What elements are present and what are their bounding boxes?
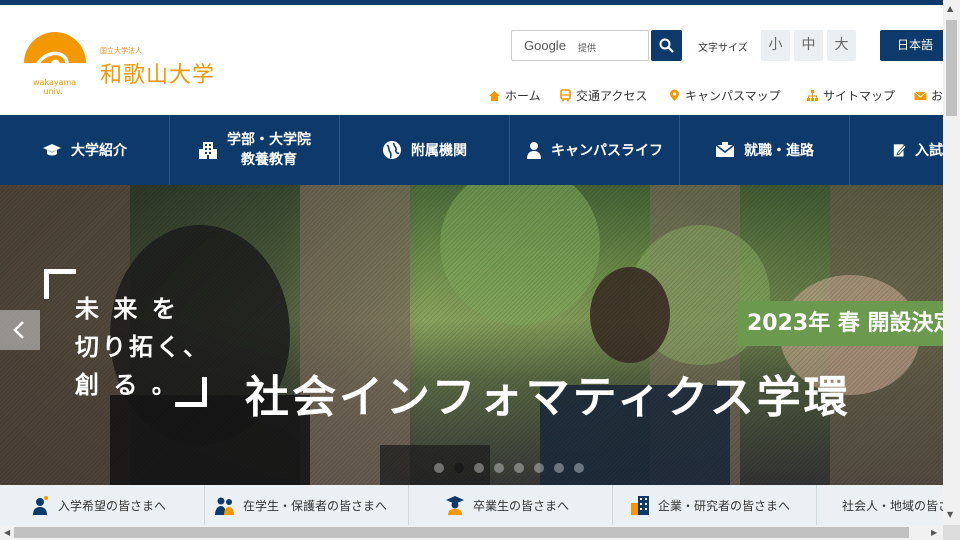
scrollbar-corner (943, 525, 960, 540)
font-size-label: 文字サイズ (698, 43, 748, 54)
hero-department-title: 社会インフォマティクス学環 (245, 372, 851, 423)
audience-alumni[interactable]: 卒業生の皆さまへ (409, 485, 613, 525)
vertical-scrollbar-thumb[interactable] (946, 20, 957, 116)
search-provider-sub: 提供 (578, 44, 597, 54)
envelope-icon (715, 142, 735, 157)
audience-students-parents[interactable]: 在学生・保護者の皆さまへ (205, 485, 409, 525)
map-pin-icon (670, 89, 679, 101)
bus-icon (560, 89, 571, 102)
audience-nav: 入学希望の皆さまへ 在学生・保護者の皆さまへ 卒業生の皆さまへ 企業・研究者の皆… (0, 485, 943, 525)
audience-prospective[interactable]: 入学希望の皆さまへ (0, 485, 205, 525)
slider-prev-button[interactable] (0, 310, 40, 350)
slider-dot[interactable] (494, 463, 504, 473)
chevron-left-icon (13, 321, 24, 339)
family-icon (215, 497, 234, 515)
person-icon (527, 142, 541, 159)
font-size-medium-button[interactable]: 中 (794, 30, 823, 61)
nav-item-campus-life[interactable]: キャンパスライフ (510, 115, 680, 185)
slider-dot[interactable] (534, 463, 544, 473)
util-link-access[interactable]: 交通アクセス (559, 87, 647, 104)
nav-item-institutions[interactable]: 附属機関 (340, 115, 510, 185)
logo-subtitle: 国立大学法人 (100, 47, 142, 55)
scroll-up-arrow-icon[interactable]: ▲ (947, 4, 953, 13)
font-size-large-button[interactable]: 大 (827, 30, 856, 61)
slider-dot[interactable] (554, 463, 564, 473)
search-input[interactable]: Google 提供 (511, 30, 649, 61)
hero-badge: 2023年 春 開設決定 (737, 301, 943, 346)
mail-icon (914, 91, 927, 100)
home-icon (489, 91, 500, 101)
util-link-home[interactable]: ホーム (488, 87, 541, 104)
graduate-icon (446, 496, 464, 515)
scroll-right-arrow-icon[interactable]: ▶ (931, 528, 937, 537)
search-button[interactable] (651, 30, 682, 61)
university-name[interactable]: 和歌山大学 (100, 57, 215, 89)
hero-slider[interactable]: 未 来 を 切り拓く、 創 る 。 2023年 春 開設決定 社会インフォマティ… (0, 185, 943, 485)
nav-item-faculties[interactable]: 学部・大学院 教養教育 (170, 115, 340, 185)
bracket-top-left (44, 269, 76, 299)
site-header: wakayama univ. 国立大学法人 和歌山大学 Google 提供 文字… (0, 5, 950, 115)
nav-item-about[interactable]: 大学紹介 (0, 115, 170, 185)
nav-item-admissions[interactable]: 入試 (850, 115, 943, 185)
slider-dot[interactable] (514, 463, 524, 473)
sitemap-icon (807, 90, 818, 101)
graduation-cap-icon (43, 144, 61, 156)
language-select-button[interactable]: 日本語 (880, 30, 950, 61)
office-building-icon (631, 496, 649, 515)
logo-english: wakayama univ. (33, 78, 77, 96)
scroll-down-arrow-icon[interactable]: ▼ (947, 510, 953, 519)
globe-icon (383, 141, 401, 159)
slider-pagination (434, 463, 584, 473)
scroll-left-arrow-icon[interactable]: ◀ (4, 528, 10, 537)
util-link-contact[interactable]: お (914, 87, 943, 104)
bracket-bottom-right (175, 377, 207, 407)
slider-dot[interactable] (474, 463, 484, 473)
search-icon (659, 38, 674, 53)
prospective-student-icon (33, 496, 48, 515)
util-link-campus-map[interactable]: キャンパスマップ (668, 87, 781, 104)
building-icon (199, 142, 217, 159)
slider-dot[interactable] (434, 463, 444, 473)
search-provider-label: Google (524, 38, 566, 53)
util-link-sitemap[interactable]: サイトマップ (806, 87, 895, 104)
font-size-small-button[interactable]: 小 (761, 30, 790, 61)
audience-community[interactable]: 社会人・地域の皆さまへ (817, 485, 943, 525)
horizontal-scrollbar-thumb[interactable] (14, 527, 909, 538)
slider-dot[interactable] (454, 463, 464, 473)
global-nav: 大学紹介 学部・大学院 教養教育 附属機関 キャンパスライフ 就職・進路 入試 (0, 115, 943, 185)
edit-icon (893, 144, 906, 157)
nav-item-career[interactable]: 就職・進路 (680, 115, 850, 185)
audience-business-researchers[interactable]: 企業・研究者の皆さまへ (613, 485, 817, 525)
slider-dot[interactable] (574, 463, 584, 473)
